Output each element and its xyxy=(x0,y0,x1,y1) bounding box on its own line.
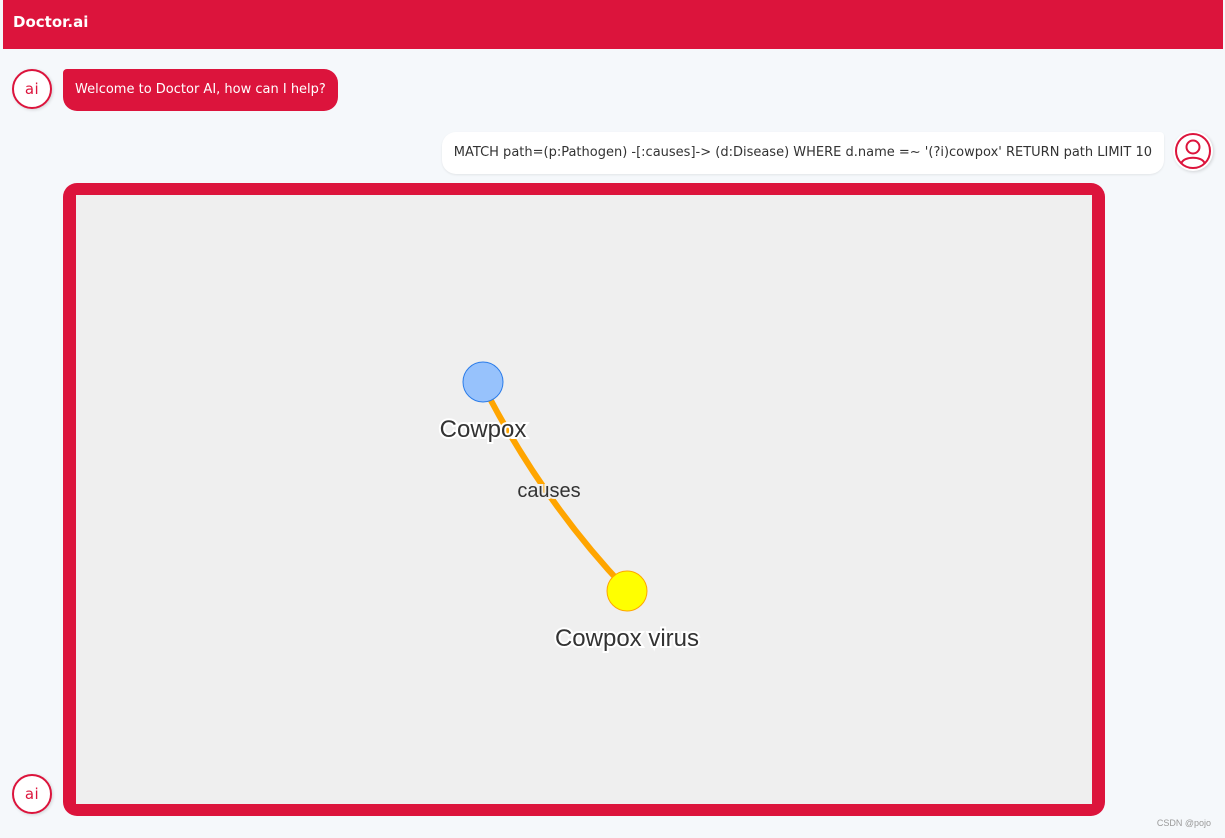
bot-avatar-label: ai xyxy=(24,785,40,803)
edge-label: causes xyxy=(517,480,580,502)
user-icon xyxy=(1175,133,1211,169)
graph-canvas[interactable]: causes Cowpox Cowpox virus xyxy=(76,195,1092,804)
graph-result-panel: causes Cowpox Cowpox virus xyxy=(63,183,1105,816)
node-label-cowpox-virus: Cowpox virus xyxy=(555,625,699,652)
bot-avatar-label: ai xyxy=(24,80,40,98)
user-message: MATCH path=(p:Pathogen) -[:causes]-> (d:… xyxy=(441,132,1164,174)
graph-svg[interactable]: causes Cowpox Cowpox virus xyxy=(76,195,1092,804)
bot-message: Welcome to Doctor AI, how can I help? xyxy=(63,69,338,111)
node-cowpox[interactable] xyxy=(462,361,504,403)
node-label-cowpox: Cowpox xyxy=(440,416,527,443)
node-cowpox-virus[interactable] xyxy=(606,570,648,612)
app-title: Doctor.ai xyxy=(13,13,89,31)
user-avatar xyxy=(1173,131,1213,171)
bot-avatar: ai xyxy=(12,69,52,109)
app-header: Doctor.ai xyxy=(3,0,1223,49)
bot-avatar: ai xyxy=(12,774,52,814)
watermark: CSDN @pojo xyxy=(1156,818,1211,828)
